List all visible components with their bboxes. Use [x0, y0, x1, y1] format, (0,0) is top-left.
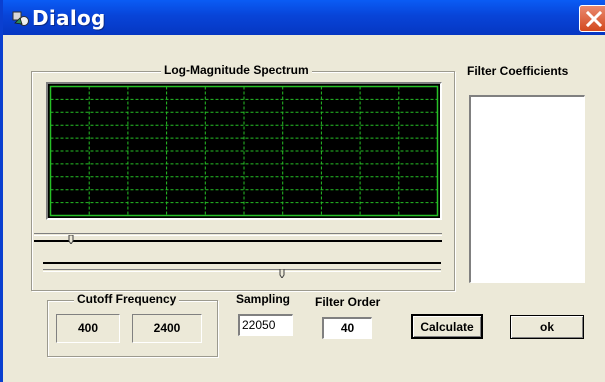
- filter-order-input[interactable]: 40: [322, 317, 372, 339]
- cutoff-low-value: 400: [56, 314, 120, 343]
- filter-order-label: Filter Order: [315, 295, 381, 309]
- spectrum-group-label: Log-Magnitude Spectrum: [161, 63, 312, 77]
- calculate-button[interactable]: Calculate: [411, 314, 483, 339]
- coefficients-list[interactable]: [469, 95, 585, 283]
- scroll-thumb-top[interactable]: [68, 231, 74, 245]
- close-icon: [585, 10, 603, 28]
- cutoff-group-label: Cutoff Frequency: [74, 292, 180, 306]
- title-bar[interactable]: Dialog: [3, 0, 605, 35]
- app-icon: [12, 11, 29, 26]
- ok-button[interactable]: ok: [510, 315, 584, 339]
- close-button[interactable]: [579, 5, 605, 32]
- sampling-input[interactable]: 22050: [238, 314, 293, 336]
- window-title: Dialog: [32, 6, 106, 30]
- dialog-window: Dialog Log-Magnitude Spectrum Filter Coe…: [0, 0, 605, 382]
- spectrum-scrollbar-bottom[interactable]: [41, 256, 443, 279]
- spectrum-scrollbar-top[interactable]: [32, 228, 444, 245]
- sampling-label: Sampling: [236, 292, 291, 306]
- spectrum-grid: [48, 84, 440, 218]
- cutoff-high-value: 2400: [132, 314, 202, 343]
- coefficients-label: Filter Coefficients: [467, 64, 569, 78]
- scroll-thumb-bottom[interactable]: [279, 265, 285, 279]
- spectrum-plot: [46, 82, 442, 220]
